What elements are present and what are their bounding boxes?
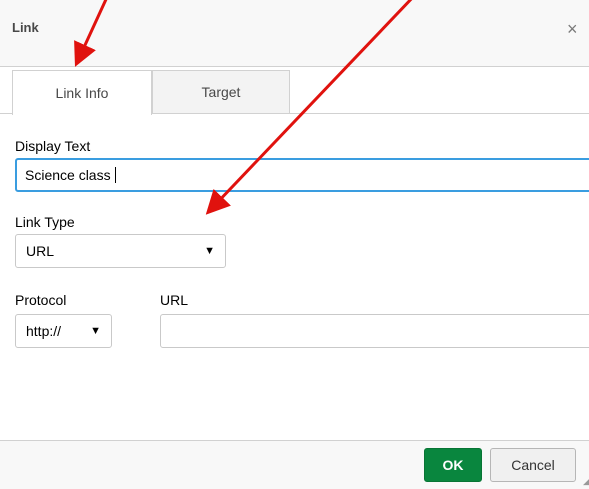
cancel-button[interactable]: Cancel: [490, 448, 576, 482]
protocol-value: http://: [26, 323, 62, 339]
tab-link-info-label: Link Info: [55, 85, 109, 101]
resize-handle-icon[interactable]: ◢: [583, 476, 589, 487]
protocol-select[interactable]: http:// ▼: [15, 314, 112, 348]
url-input[interactable]: [160, 314, 589, 348]
link-dialog: Link × Link Info Target Display Text Sci…: [0, 0, 589, 489]
chevron-down-icon: ▼: [90, 325, 101, 337]
tab-target[interactable]: Target: [152, 70, 290, 113]
display-text-value: Science class: [25, 167, 111, 183]
display-text-label: Display Text: [15, 138, 91, 154]
tab-link-info[interactable]: Link Info: [12, 70, 152, 115]
link-type-label: Link Type: [15, 214, 75, 230]
text-caret: [114, 167, 116, 183]
dialog-titlebar: Link ×: [0, 0, 589, 67]
url-label: URL: [160, 292, 189, 308]
display-text-input[interactable]: Science class: [15, 158, 589, 192]
chevron-down-icon: ▼: [204, 245, 215, 257]
link-type-value: URL: [26, 243, 55, 259]
tab-target-label: Target: [201, 84, 241, 100]
close-icon[interactable]: ×: [567, 20, 578, 38]
ok-button[interactable]: OK: [424, 448, 482, 482]
link-type-select[interactable]: URL ▼: [15, 234, 226, 268]
protocol-label: Protocol: [15, 292, 67, 308]
dialog-title: Link: [12, 20, 39, 35]
